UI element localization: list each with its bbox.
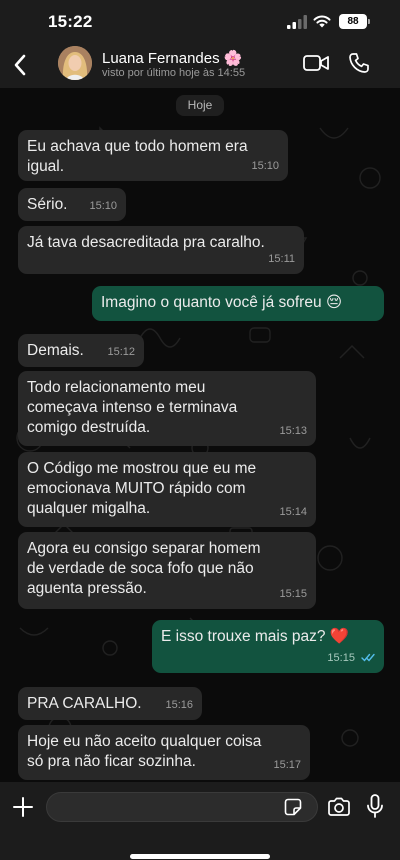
message-text: Imagino o quanto você já sofreu 😔 (101, 294, 343, 311)
message-time-status: 15:15 (327, 648, 375, 668)
last-seen-status: visto por último hoje às 14:55 (102, 67, 246, 79)
camera-icon[interactable] (327, 797, 351, 817)
message-time: 15:15 (279, 588, 307, 600)
sticker-icon[interactable] (284, 798, 302, 816)
message-time: 15:13 (279, 425, 307, 437)
avatar[interactable] (58, 46, 92, 80)
message-bubble-incoming[interactable]: Demais. 15:12 (18, 334, 144, 367)
phone-icon[interactable] (348, 52, 370, 74)
message-input[interactable] (46, 792, 318, 822)
message-bubble-incoming[interactable]: Eu achava que todo homem era igual. 15:1… (18, 130, 288, 181)
message-time: 15:10 (89, 200, 117, 212)
battery-tip (368, 19, 370, 24)
message-bubble-incoming[interactable]: PRA CARALHO. 15:16 (18, 687, 202, 720)
message-text: O Código me mostrou que eu me emocionava… (27, 460, 257, 517)
message-time: 15:11 (268, 253, 295, 265)
message-bubble-incoming[interactable]: Agora eu consigo separar homem de verdad… (18, 532, 316, 609)
avatar-photo (58, 46, 92, 80)
message-text: Agora eu consigo separar homem de verdad… (27, 540, 261, 597)
date-separator: Hoje (176, 95, 224, 116)
message-bubble-outgoing[interactable]: E isso trouxe mais paz? ❤️ 15:15 (152, 620, 384, 673)
message-time: 15:14 (279, 506, 307, 518)
home-indicator (130, 854, 270, 859)
message-bubble-outgoing[interactable]: Imagino o quanto você já sofreu 😔 (92, 286, 384, 321)
chat-header: Luana Fernandes 🌸 visto por último hoje … (0, 44, 400, 88)
message-text: Já tava desacreditada pra caralho. (27, 234, 265, 251)
message-text: Eu achava que todo homem era igual. (27, 138, 248, 175)
wifi-icon (313, 15, 331, 28)
plus-icon[interactable] (12, 796, 34, 818)
status-bar: 15:22 88 (0, 0, 400, 44)
message-text: Hoje eu não aceito qualquer coisa só pra… (27, 733, 262, 770)
message-time: 15:16 (165, 699, 193, 711)
status-time: 15:22 (48, 12, 93, 31)
message-time: 15:12 (107, 346, 135, 358)
message-bubble-incoming[interactable]: O Código me mostrou que eu me emocionava… (18, 452, 316, 527)
message-text: Todo relacionamento meu começava intenso… (27, 379, 238, 436)
message-bubble-incoming[interactable]: Hoje eu não aceito qualquer coisa só pra… (18, 725, 310, 780)
message-time: 15:15 (327, 652, 355, 664)
video-call-icon[interactable] (303, 54, 329, 72)
back-icon[interactable] (12, 53, 28, 77)
signal-icon (287, 15, 307, 29)
message-list[interactable]: Hoje Eu achava que todo homem era igual.… (0, 88, 400, 782)
mic-icon[interactable] (366, 794, 384, 819)
message-bubble-incoming[interactable]: Todo relacionamento meu começava intenso… (18, 371, 316, 446)
message-bubble-incoming[interactable]: Sério. 15:10 (18, 188, 126, 221)
contact-name[interactable]: Luana Fernandes 🌸 (102, 49, 242, 67)
message-time: 15:17 (273, 759, 301, 771)
battery-icon: 88 (339, 14, 367, 29)
message-bubble-incoming[interactable]: Já tava desacreditada pra caralho. 15:11 (18, 226, 304, 274)
read-ticks-icon (361, 653, 375, 662)
message-text: E isso trouxe mais paz? ❤️ (161, 628, 350, 645)
message-time: 15:10 (251, 160, 279, 172)
composer-bar (0, 782, 400, 860)
